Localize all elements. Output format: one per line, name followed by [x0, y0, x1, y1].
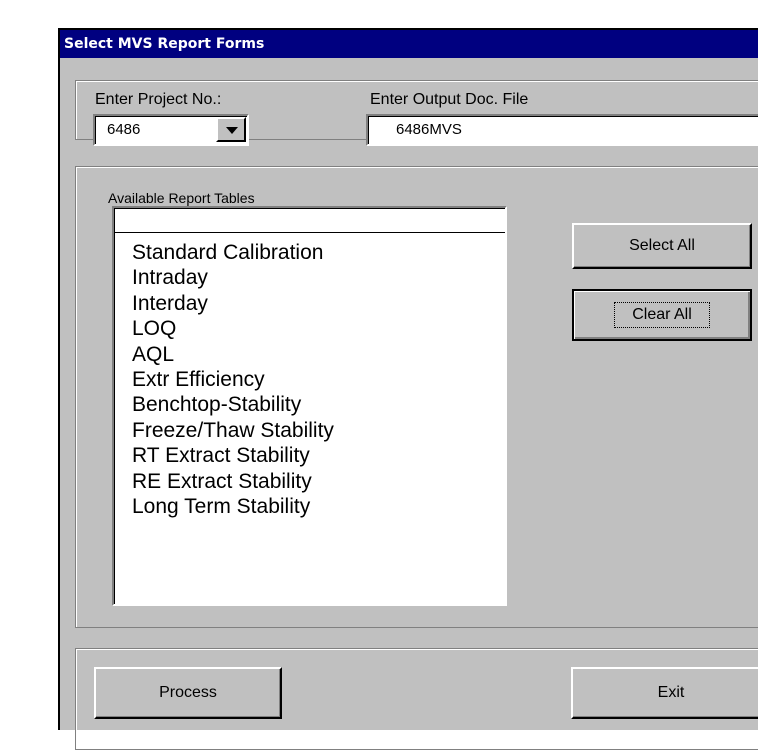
- list-item[interactable]: Intraday: [132, 265, 334, 290]
- process-button[interactable]: Process: [94, 667, 282, 719]
- report-tables-label: Available Report Tables: [108, 190, 255, 206]
- list-item[interactable]: LOQ: [132, 316, 334, 341]
- output-file-input[interactable]: 6486MVS: [366, 114, 758, 146]
- list-item[interactable]: Freeze/Thaw Stability: [132, 418, 334, 443]
- select-all-label: Select All: [629, 237, 695, 254]
- list-item[interactable]: Benchtop-Stability: [132, 392, 334, 417]
- project-label: Enter Project No.:: [95, 91, 222, 108]
- project-dropdown-button[interactable]: [216, 117, 246, 142]
- output-value: 6486MVS: [396, 121, 462, 138]
- chevron-down-icon: [226, 127, 238, 134]
- list-header-separator: [114, 232, 505, 233]
- exit-label: Exit: [657, 684, 685, 701]
- window-title: Select MVS Report Forms: [60, 30, 758, 58]
- list-item[interactable]: Long Term Stability: [132, 494, 334, 519]
- output-label: Enter Output Doc. File: [370, 91, 529, 108]
- select-all-button[interactable]: Select All: [572, 223, 752, 269]
- list-item[interactable]: Interday: [132, 291, 334, 316]
- clear-all-label: Clear All: [614, 302, 710, 328]
- process-label: Process: [159, 684, 217, 701]
- report-tables-list: Standard Calibration Intraday Interday L…: [132, 240, 334, 519]
- project-value: 6486: [107, 121, 141, 138]
- exit-button[interactable]: Exit: [571, 667, 758, 719]
- report-tables-listbox[interactable]: Standard Calibration Intraday Interday L…: [112, 206, 507, 606]
- clear-all-button[interactable]: Clear All: [572, 289, 752, 341]
- dialog-window: Select MVS Report Forms Enter Project No…: [58, 28, 758, 750]
- list-item[interactable]: Standard Calibration: [132, 240, 334, 265]
- list-item[interactable]: RE Extract Stability: [132, 469, 334, 494]
- project-combobox[interactable]: 6486: [93, 114, 249, 146]
- list-item[interactable]: RT Extract Stability: [132, 443, 334, 468]
- list-item[interactable]: AQL: [132, 342, 334, 367]
- list-item[interactable]: Extr Efficiency: [132, 367, 334, 392]
